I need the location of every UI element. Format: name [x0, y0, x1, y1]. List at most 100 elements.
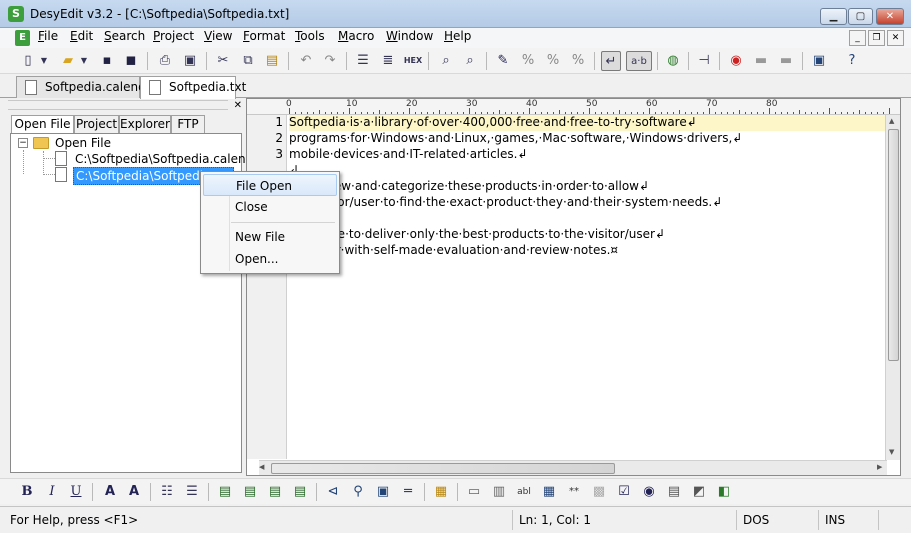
- ctx-file-open[interactable]: File Open: [203, 174, 337, 196]
- tree-root-label[interactable]: Open File: [55, 136, 111, 150]
- menu-search[interactable]: Search: [102, 29, 147, 43]
- vertical-scrollbar[interactable]: ▲ ▼: [885, 115, 900, 460]
- scrollbar-thumb[interactable]: [271, 463, 615, 474]
- text-field-icon[interactable]: abl: [514, 482, 534, 502]
- pin-icon[interactable]: ⊣: [694, 51, 714, 71]
- comment-icon[interactable]: ▬: [751, 51, 771, 71]
- menu-edit[interactable]: Edit: [68, 29, 95, 43]
- new-icon[interactable]: ▯: [18, 51, 38, 71]
- bold-icon[interactable]: B: [17, 482, 37, 502]
- hex-icon[interactable]: HEX: [403, 51, 423, 71]
- pane-grip[interactable]: [8, 100, 228, 110]
- ctx-open[interactable]: Open...: [203, 248, 337, 270]
- font-icon[interactable]: A: [100, 482, 120, 502]
- find-icon[interactable]: ⌕: [436, 51, 456, 71]
- scroll-left-icon[interactable]: ◀: [259, 463, 264, 471]
- mdi-close-button[interactable]: ✕: [887, 30, 904, 46]
- submit-icon[interactable]: ◩: [689, 482, 709, 502]
- horizontal-scrollbar[interactable]: ◀ ▶: [259, 460, 887, 475]
- menu-view[interactable]: View: [202, 29, 234, 43]
- numbered-list-icon[interactable]: ☰: [182, 482, 202, 502]
- editor-line[interactable]: We·review·and·categorize·these·products·…: [289, 179, 649, 193]
- checkbox-icon[interactable]: ☑: [614, 482, 634, 502]
- scroll-right-icon[interactable]: ▶: [877, 463, 882, 471]
- open-icon[interactable]: ▰: [58, 51, 78, 71]
- save-all-icon[interactable]: ◼: [121, 51, 141, 71]
- table-icon[interactable]: ▦: [431, 482, 451, 502]
- align-right-icon[interactable]: ▤: [265, 482, 285, 502]
- menu-window[interactable]: Window: [384, 29, 435, 43]
- browser-icon[interactable]: ▣: [809, 51, 829, 71]
- ctx-close[interactable]: Close: [203, 196, 337, 218]
- menu-project[interactable]: Project: [151, 29, 196, 43]
- open-dropdown-icon[interactable]: ▼: [78, 51, 90, 71]
- mdi-minimize-button[interactable]: _: [849, 30, 866, 46]
- cut-icon[interactable]: ✂: [213, 51, 233, 71]
- copy-icon[interactable]: ⧉: [238, 51, 258, 71]
- scrollbar-thumb[interactable]: [888, 129, 899, 361]
- menu-tools[interactable]: Tools: [293, 29, 327, 43]
- macro-record-icon[interactable]: ◉: [726, 51, 746, 71]
- editor-pane[interactable]: 0 10 20 30 40 50 60 70 80 1 2 3 Softpedi…: [246, 98, 901, 476]
- menu-help[interactable]: Help: [442, 29, 473, 43]
- tab-ftp[interactable]: FTP: [171, 115, 205, 133]
- hidden-icon[interactable]: ▩: [589, 482, 609, 502]
- scroll-down-icon[interactable]: ▼: [889, 448, 894, 456]
- save-icon[interactable]: ▪: [97, 51, 117, 71]
- radio-icon[interactable]: ◉: [639, 482, 659, 502]
- menu-macro[interactable]: Macro: [336, 29, 376, 43]
- resize-grip[interactable]: [878, 510, 908, 530]
- justify-icon[interactable]: ▤: [290, 482, 310, 502]
- editor-line[interactable]: the·visitor/user·to·find·the·exact·produ…: [289, 195, 722, 209]
- editor-line[interactable]: programs·for·Windows·and·Linux,·games,·M…: [289, 131, 742, 145]
- print-icon[interactable]: ⎙: [155, 51, 175, 71]
- editor-line[interactable]: Softpedia·is·a·library·of·over·400,000·f…: [289, 115, 887, 131]
- scroll-up-icon[interactable]: ▲: [889, 117, 894, 125]
- globe-icon[interactable]: ◍: [663, 51, 683, 71]
- listbox-icon[interactable]: ▤: [664, 482, 684, 502]
- italic-icon[interactable]: I: [42, 482, 62, 502]
- tag-2-icon[interactable]: %: [543, 51, 563, 71]
- tag-3-icon[interactable]: %: [568, 51, 588, 71]
- reset-icon[interactable]: ◧: [714, 482, 734, 502]
- ctx-new-file[interactable]: New File: [203, 226, 337, 248]
- bullets-icon[interactable]: ☷: [157, 482, 177, 502]
- help-icon[interactable]: ?: [842, 51, 862, 71]
- underline-icon[interactable]: U: [66, 482, 86, 502]
- ab-icon[interactable]: a·b: [626, 51, 652, 71]
- menu-format[interactable]: Format: [241, 29, 287, 43]
- editor-line[interactable]: We·strive·to·deliver·only·the·best·produ…: [289, 227, 665, 241]
- password-icon[interactable]: **: [564, 482, 584, 502]
- editor-line[interactable]: mobile·devices·and·IT-related·articles.↲: [289, 147, 528, 161]
- new-dropdown-icon[interactable]: ▼: [38, 51, 50, 71]
- file-list-icon[interactable]: ☰: [353, 51, 373, 71]
- doc-icon[interactable]: E: [15, 30, 30, 46]
- textarea-icon[interactable]: ▥: [489, 482, 509, 502]
- redo-icon[interactable]: ↷: [320, 51, 340, 71]
- tab-explorer[interactable]: Explorer: [119, 115, 171, 133]
- anchor-icon[interactable]: ⊲: [323, 482, 343, 502]
- tag-icon[interactable]: %: [518, 51, 538, 71]
- link-icon[interactable]: ⚲: [348, 482, 368, 502]
- tab-open-file[interactable]: Open File: [11, 115, 74, 134]
- tree-item[interactable]: C:\Softpedia\Softpedia.calendar: [75, 152, 265, 166]
- paste-icon[interactable]: ▤: [262, 51, 282, 71]
- tab-project[interactable]: Project: [74, 115, 119, 133]
- highlight-icon[interactable]: ✎: [493, 51, 513, 71]
- undo-icon[interactable]: ↶: [296, 51, 316, 71]
- close-button[interactable]: ✕: [876, 8, 904, 25]
- find-next-icon[interactable]: ⌕: [460, 51, 480, 71]
- minimize-button[interactable]: ▁: [820, 8, 847, 25]
- align-left-icon[interactable]: ▤: [215, 482, 235, 502]
- comment-2-icon[interactable]: ▬: [776, 51, 796, 71]
- grid-icon[interactable]: ▦: [539, 482, 559, 502]
- list-icon[interactable]: ≣: [378, 51, 398, 71]
- image-icon[interactable]: ▣: [373, 482, 393, 502]
- tab-softpedia-calendar[interactable]: Softpedia.calendar: [16, 76, 158, 98]
- font-color-icon[interactable]: A: [124, 482, 144, 502]
- pane-close-icon[interactable]: ✕: [234, 100, 242, 111]
- form-icon[interactable]: ▭: [464, 482, 484, 502]
- maximize-button[interactable]: ▢: [848, 8, 873, 25]
- collapse-icon[interactable]: −: [18, 138, 28, 148]
- menu-file[interactable]: File: [36, 29, 60, 43]
